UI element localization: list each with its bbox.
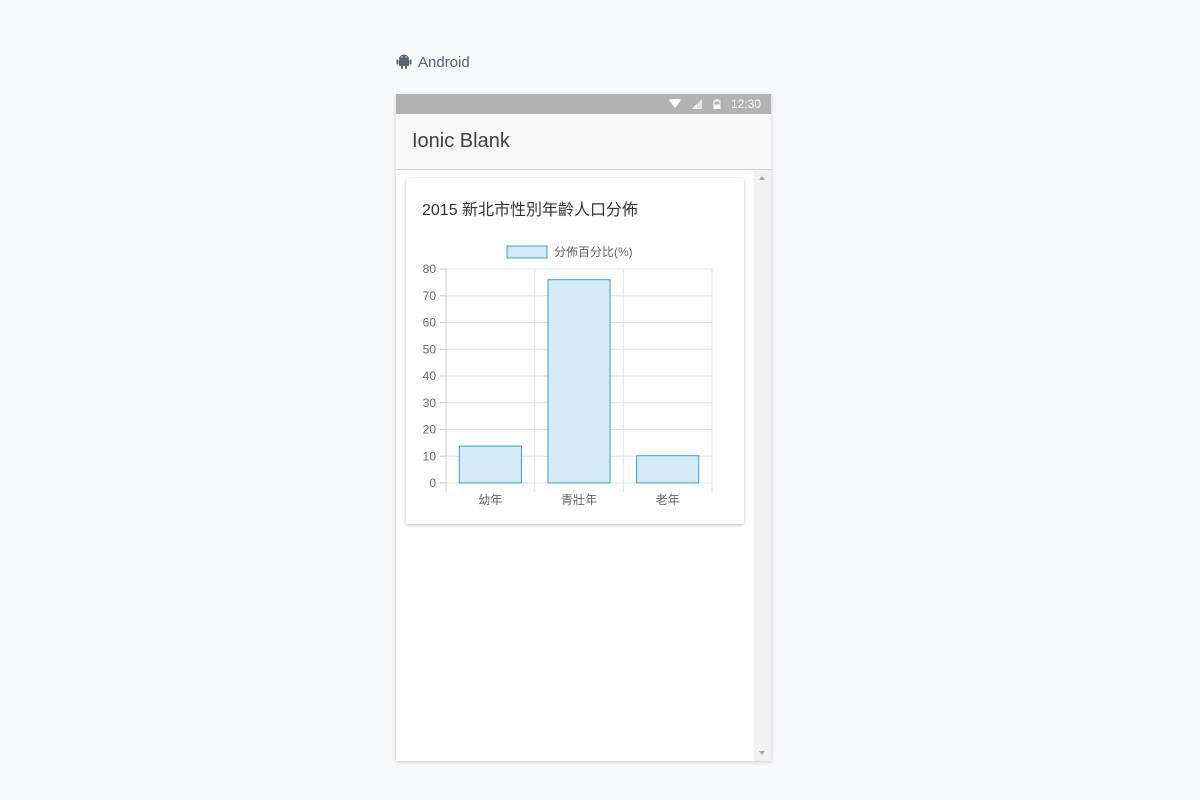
y-tick-label: 10 (423, 449, 437, 463)
y-tick-label: 40 (423, 369, 437, 383)
battery-icon (713, 99, 721, 109)
status-time: 12:30 (730, 97, 761, 111)
scroll-up-icon[interactable] (759, 176, 765, 180)
y-tick-label: 60 (423, 316, 437, 330)
signal-icon (691, 99, 703, 109)
wifi-icon (668, 99, 681, 109)
y-tick-label: 0 (429, 476, 436, 490)
x-tick-label: 青壯年 (561, 493, 597, 507)
y-tick-label: 70 (423, 289, 437, 303)
y-tick-label: 50 (423, 342, 437, 356)
y-tick-label: 30 (423, 396, 437, 410)
y-tick-label: 80 (423, 262, 437, 276)
app-toolbar: Ionic Blank (396, 114, 771, 170)
content-area[interactable]: 2015 新北市性別年齡人口分佈 分佈百分比(%) 0 10 20 30 40 50 60 70… (396, 170, 771, 761)
bar (636, 455, 700, 484)
chart-card: 2015 新北市性別年齡人口分佈 分佈百分比(%) 0 10 20 30 40 50 60 70… (406, 178, 744, 524)
legend-swatch (506, 245, 548, 259)
bar (547, 279, 611, 484)
scroll-down-icon[interactable] (759, 751, 765, 755)
legend-label: 分佈百分比(%) (554, 244, 633, 259)
status-bar: 12:30 (396, 94, 771, 114)
bar (458, 445, 522, 484)
vertical-scrollbar[interactable] (754, 170, 771, 761)
platform-label-text: Android (418, 53, 470, 71)
android-icon (396, 54, 412, 70)
y-tick-label: 20 (423, 423, 437, 437)
platform-label: Android (396, 52, 470, 72)
device-frame: 12:30 Ionic Blank 2015 新北市性別年齡人口分佈 分佈百分比… (396, 94, 771, 761)
bar-chart: 分佈百分比(%) 0 10 20 30 40 50 60 70 80 幼年 青壯年 老年 (423, 244, 713, 507)
page-title: Ionic Blank (412, 130, 510, 152)
x-tick-label: 老年 (656, 493, 680, 507)
x-tick-label: 幼年 (478, 493, 502, 507)
